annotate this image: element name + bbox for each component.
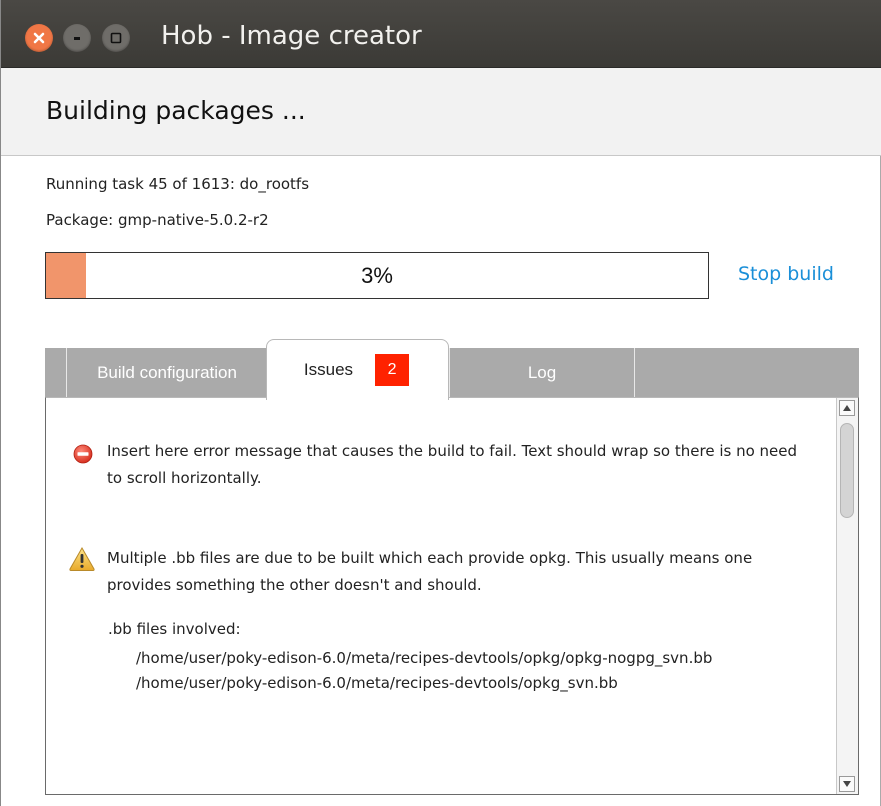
- scroll-up-button[interactable]: [839, 400, 855, 416]
- files-involved-label: .bb files involved:: [108, 620, 241, 638]
- arrow-down-icon: [843, 781, 851, 787]
- stop-build-button[interactable]: Stop build: [738, 263, 834, 285]
- tab-divider: [634, 348, 635, 398]
- maximize-window-button[interactable]: [102, 24, 130, 52]
- tab-log[interactable]: Log: [450, 348, 634, 398]
- close-window-button[interactable]: [25, 24, 53, 52]
- warning-message: Multiple .bb files are due to be built w…: [107, 549, 753, 594]
- page-title: Building packages ...: [46, 96, 306, 125]
- maximize-icon: [110, 32, 122, 44]
- warning-icon: [69, 546, 95, 571]
- progress-percent-label: 3%: [361, 262, 393, 288]
- package-text: Package: gmp-native-5.0.2-r2: [46, 211, 269, 229]
- tab-build-configuration[interactable]: Build configuration: [67, 348, 267, 398]
- build-progress-bar: 3%: [45, 252, 709, 299]
- arrow-up-icon: [843, 405, 851, 411]
- title-bar[interactable]: Hob - Image creator: [1, 0, 881, 68]
- issues-count-badge: 2: [375, 354, 410, 386]
- minimize-icon: [74, 37, 80, 40]
- tab-label: Issues: [303, 360, 354, 379]
- vertical-scrollbar[interactable]: [836, 398, 858, 794]
- file-path: /home/user/poky-edison-6.0/meta/recipes-…: [136, 649, 713, 667]
- scroll-thumb[interactable]: [840, 423, 854, 518]
- tab-label: Log: [527, 363, 557, 382]
- file-path: /home/user/poky-edison-6.0/meta/recipes-…: [136, 674, 618, 692]
- scroll-down-button[interactable]: [839, 776, 855, 792]
- tab-label: Build configuration: [97, 363, 237, 382]
- running-task-text: Running task 45 of 1613: do_rootfs: [46, 175, 310, 193]
- page-header: Building packages ...: [1, 68, 881, 156]
- window-title: Hob - Image creator: [161, 21, 422, 51]
- tab-issues[interactable]: Issues 2: [266, 339, 449, 400]
- close-icon: [33, 32, 45, 44]
- app-window: Hob - Image creator Building packages ..…: [0, 0, 881, 806]
- error-message: Insert here error message that causes th…: [107, 442, 798, 487]
- error-icon: [73, 444, 93, 464]
- tab-bar: Build configuration Log: [45, 348, 859, 398]
- minimize-window-button[interactable]: [63, 24, 91, 52]
